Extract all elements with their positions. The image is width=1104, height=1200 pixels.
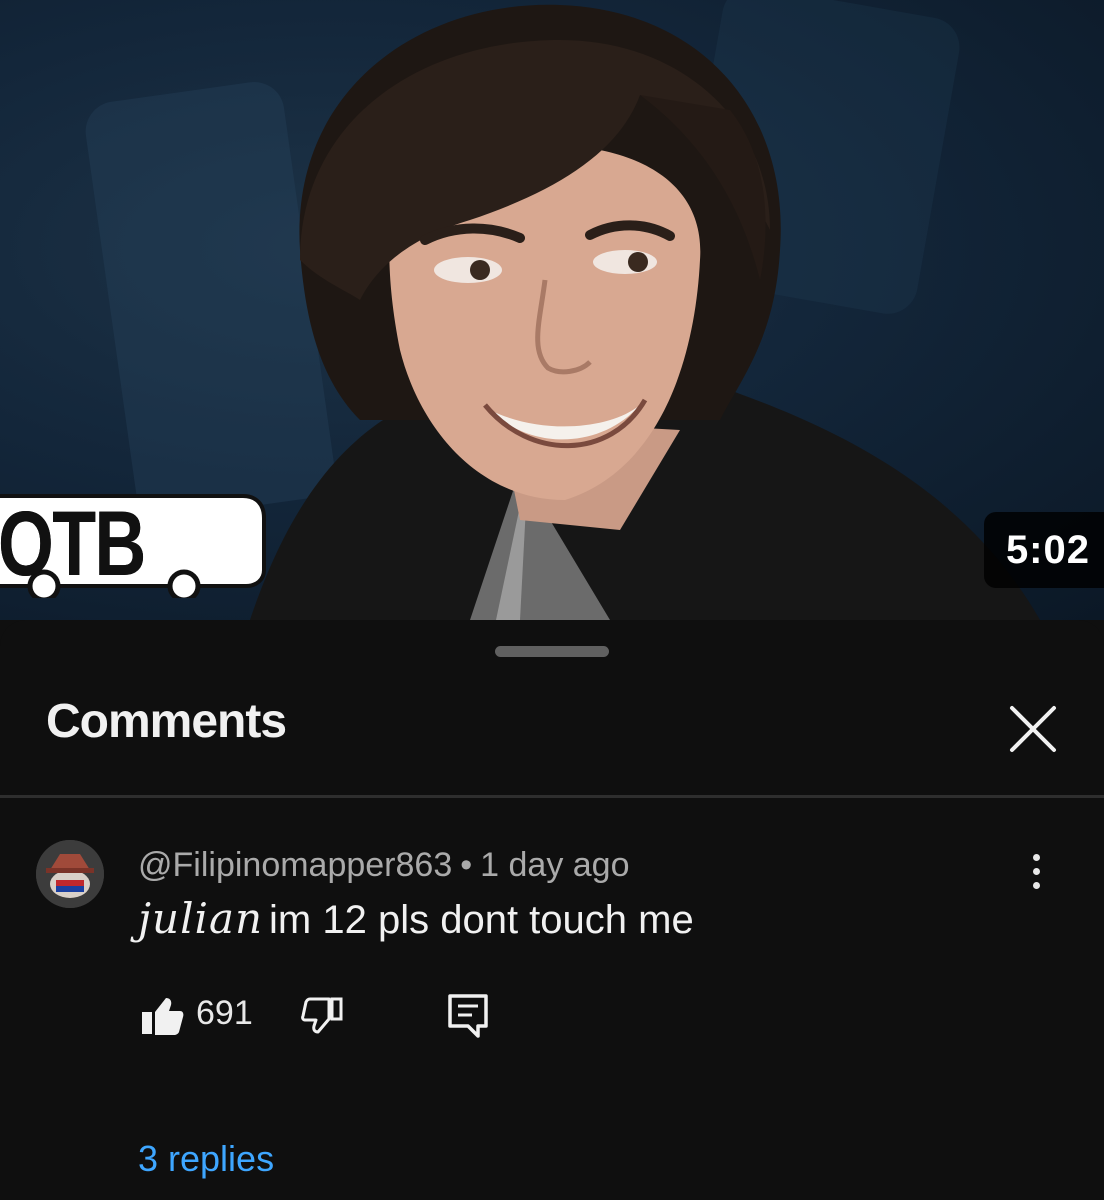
otb-logo: OTB [0, 478, 270, 603]
comment-text: im 12 pls dont touch me [269, 898, 694, 942]
thumbs-up-icon [142, 998, 184, 1035]
avatar[interactable] [36, 840, 104, 908]
more-options-button[interactable] [1016, 854, 1056, 914]
more-vertical-icon [1016, 854, 1056, 889]
view-replies-link[interactable]: 3 replies [138, 1138, 274, 1180]
thumbs-down-icon [301, 997, 343, 1034]
like-count: 691 [196, 994, 253, 1032]
comments-sheet: Comments @Filipinomapper863•1 day ago [0, 620, 1104, 1200]
close-icon [1010, 706, 1056, 752]
close-button[interactable] [1002, 698, 1064, 760]
drag-handle[interactable] [495, 646, 609, 657]
comment-item: @Filipinomapper863 • 1 day ago julian im 12… [0, 798, 1104, 1198]
reply-icon [448, 994, 488, 1038]
comment-actions: 691 [138, 984, 738, 1044]
like-button[interactable] [138, 992, 186, 1040]
video-duration-badge: 5:02 [983, 512, 1104, 588]
meta-separator: • [460, 846, 473, 884]
comments-title: Comments [46, 695, 287, 748]
reply-button[interactable] [444, 990, 492, 1042]
comment-author[interactable]: @Filipinomapper863 [138, 846, 452, 884]
otb-logo-text: OTB [0, 493, 146, 595]
video-player[interactable]: OTB 5:02 [0, 0, 1104, 620]
comment-body: julian im 12 pls dont touch me [138, 894, 694, 943]
dislike-button[interactable] [298, 992, 346, 1040]
handwritten-name: julian [138, 894, 264, 943]
comment-timestamp: 1 day ago [480, 846, 630, 884]
comment-meta: @Filipinomapper863 • 1 day ago [138, 846, 630, 885]
